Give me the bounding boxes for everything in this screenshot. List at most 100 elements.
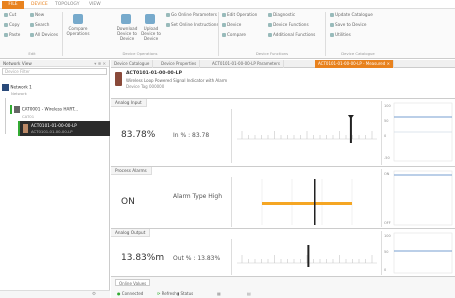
compare-icon[interactable] [73,14,83,24]
pin-icon[interactable]: ▾ ⊕ ✕ [94,60,109,67]
analog-output-gauge [231,239,377,275]
menu-tab-topology[interactable]: TOPOLOGY [52,1,82,9]
ribbon-utilities[interactable]: Utilities [330,32,351,37]
devices-icon [30,33,34,37]
copy-icon [4,23,8,27]
gauge-marker [349,117,352,143]
tab-online-values[interactable]: Online Values [115,279,151,286]
save-icon [330,23,334,27]
refresh-icon: ⟳ [157,291,161,296]
ribbon-new[interactable]: New [30,12,44,17]
upload-icon[interactable] [145,14,155,24]
device-filter-input[interactable]: Device Filter [2,68,107,75]
y-tick: 50 [384,250,388,254]
tree-node-gateway-sub: CAT01 [22,114,35,119]
trend-frame [393,170,453,226]
ribbon-update-catalogue[interactable]: Update Catalogue [330,12,373,17]
menu-tab-device[interactable]: DEVICE [28,1,51,9]
ribbon-edit-operation[interactable]: Edit Operation [222,12,257,17]
y-tick: OFF [384,221,391,225]
ribbon-go-online[interactable]: Go Online Parameters [166,12,217,17]
tree-node-network-sub: Network [11,91,27,96]
status-connected-label: Connected [121,291,144,296]
ribbon-separator [218,12,219,56]
ribbon-additional[interactable]: Additional Functions [268,32,315,37]
status-label: Status [180,291,194,296]
settings-icon[interactable]: ⚙ [92,292,96,297]
refresh-button[interactable]: ⟳ Refresh [157,291,177,296]
menu-tab-view[interactable]: VIEW [86,1,104,9]
ribbon-new-label: New [35,12,45,17]
ribbon-device[interactable]: Device [222,22,241,27]
network-panel-title-text: Network View [3,61,32,66]
analog-output-value: 13.83%m [121,253,165,263]
device-icon [222,23,226,27]
bottom-bar: Online Values ● Connected ⟳ Refresh ▮ St… [111,276,455,298]
ribbon-set-online[interactable]: Set Online Instructions [166,22,219,27]
utilities-icon [330,33,334,37]
ribbon-paste-label: Paste [9,32,21,37]
ribbon-compare-small-label: Compare [227,32,246,37]
trend-frame [393,232,453,274]
alarm-timeline [231,177,353,227]
ribbon-search[interactable]: Search [30,22,49,27]
ribbon-all-devices[interactable]: All Devices [30,32,58,37]
cut-icon [4,13,8,17]
ribbon-diagnostic[interactable]: Diagnostic [268,12,295,17]
ribbon-compare-small[interactable]: Compare [222,32,246,37]
tab-device-catalogue[interactable]: Device Catalogue [111,60,154,68]
y-tick: 100 [384,234,391,238]
ribbon-paste[interactable]: Paste [4,32,20,37]
ribbon-copy-label: Copy [9,22,20,27]
status-connected[interactable]: ● Connected [117,291,143,296]
tree-node-device-selected[interactable]: ACT0101-01-00-00-LP ACT0101-01-00-00-LP [18,121,110,136]
ribbon-compare[interactable]: Compare Operations [64,26,92,36]
analog-input-value: 83.78% [121,130,156,140]
menu-tab-file[interactable]: FILE [2,1,24,9]
status-indicator [10,105,12,114]
edit-icon [222,13,226,17]
device-image [115,72,122,86]
ribbon-device-functions[interactable]: Device Functions [268,22,309,27]
gauge-ticks [241,255,373,263]
ribbon-save-device-label: Save to Device [335,22,367,27]
y-tick: 50 [384,119,388,123]
ribbon-copy[interactable]: Copy [4,22,20,27]
tab-parameters[interactable]: ACT0101-01-00-00-LP Parameters [209,60,284,68]
tab-measured[interactable]: ACT0101-01-00-00-LP - Measured × [315,60,394,68]
device-description: Wireless Loop Powered Signal Indicator w… [126,78,228,83]
analog-output-secondary: Out % : 13.83% [173,255,221,262]
section-analog-output: Analog Output 13.83%m Out % : 13.83% 100… [111,228,455,276]
ribbon-cut[interactable]: Cut [4,12,16,17]
connected-icon: ● [117,291,121,296]
tree-node-device-label: ACT0101-01-00-00-LP [31,123,77,128]
alarm-band [262,202,352,205]
refresh-label: Refresh [161,291,177,296]
ribbon-device-functions-label: Device Functions [273,22,309,27]
search-icon [30,23,34,27]
y-tick: 100 [384,104,391,108]
additional-icon [268,33,272,37]
gauge-ticks [241,131,373,139]
logs-button[interactable]: ▤ [247,291,251,296]
group-label-catalogue: Device Catalogue [341,51,375,56]
ribbon-save-device[interactable]: Save to Device [330,22,366,27]
status-button[interactable]: ▮ Status [177,291,193,296]
tree-node-network[interactable]: Network 1 Network [2,84,32,96]
tree-node-gateway[interactable]: CAT0001 - Wireless HART... CAT01 [10,105,78,119]
ribbon-upload[interactable]: Upload Device to Device [138,26,164,41]
section-process-alarms: Process Alarms ON Alarm Type High ON OFF [111,166,455,228]
trend-button[interactable]: ▦ [217,291,221,296]
tab-device-properties[interactable]: Device Properties [158,60,201,68]
ribbon-set-online-label: Set Online Instructions [171,22,219,27]
menu-bar: FILE DEVICE TOPOLOGY VIEW [0,0,455,9]
ribbon-additional-label: Additional Functions [273,32,316,37]
download-icon[interactable] [121,14,131,24]
network-panel-title: Network View ▾ ⊕ ✕ [0,60,109,67]
ribbon-all-devices-label: All Devices [35,32,59,37]
alarm-type: Alarm Type High [173,193,223,200]
y-tick: -50 [384,156,390,160]
left-status-bar: ⚙ [0,290,110,298]
gateway-icon [14,106,21,113]
ribbon-separator [325,12,326,56]
